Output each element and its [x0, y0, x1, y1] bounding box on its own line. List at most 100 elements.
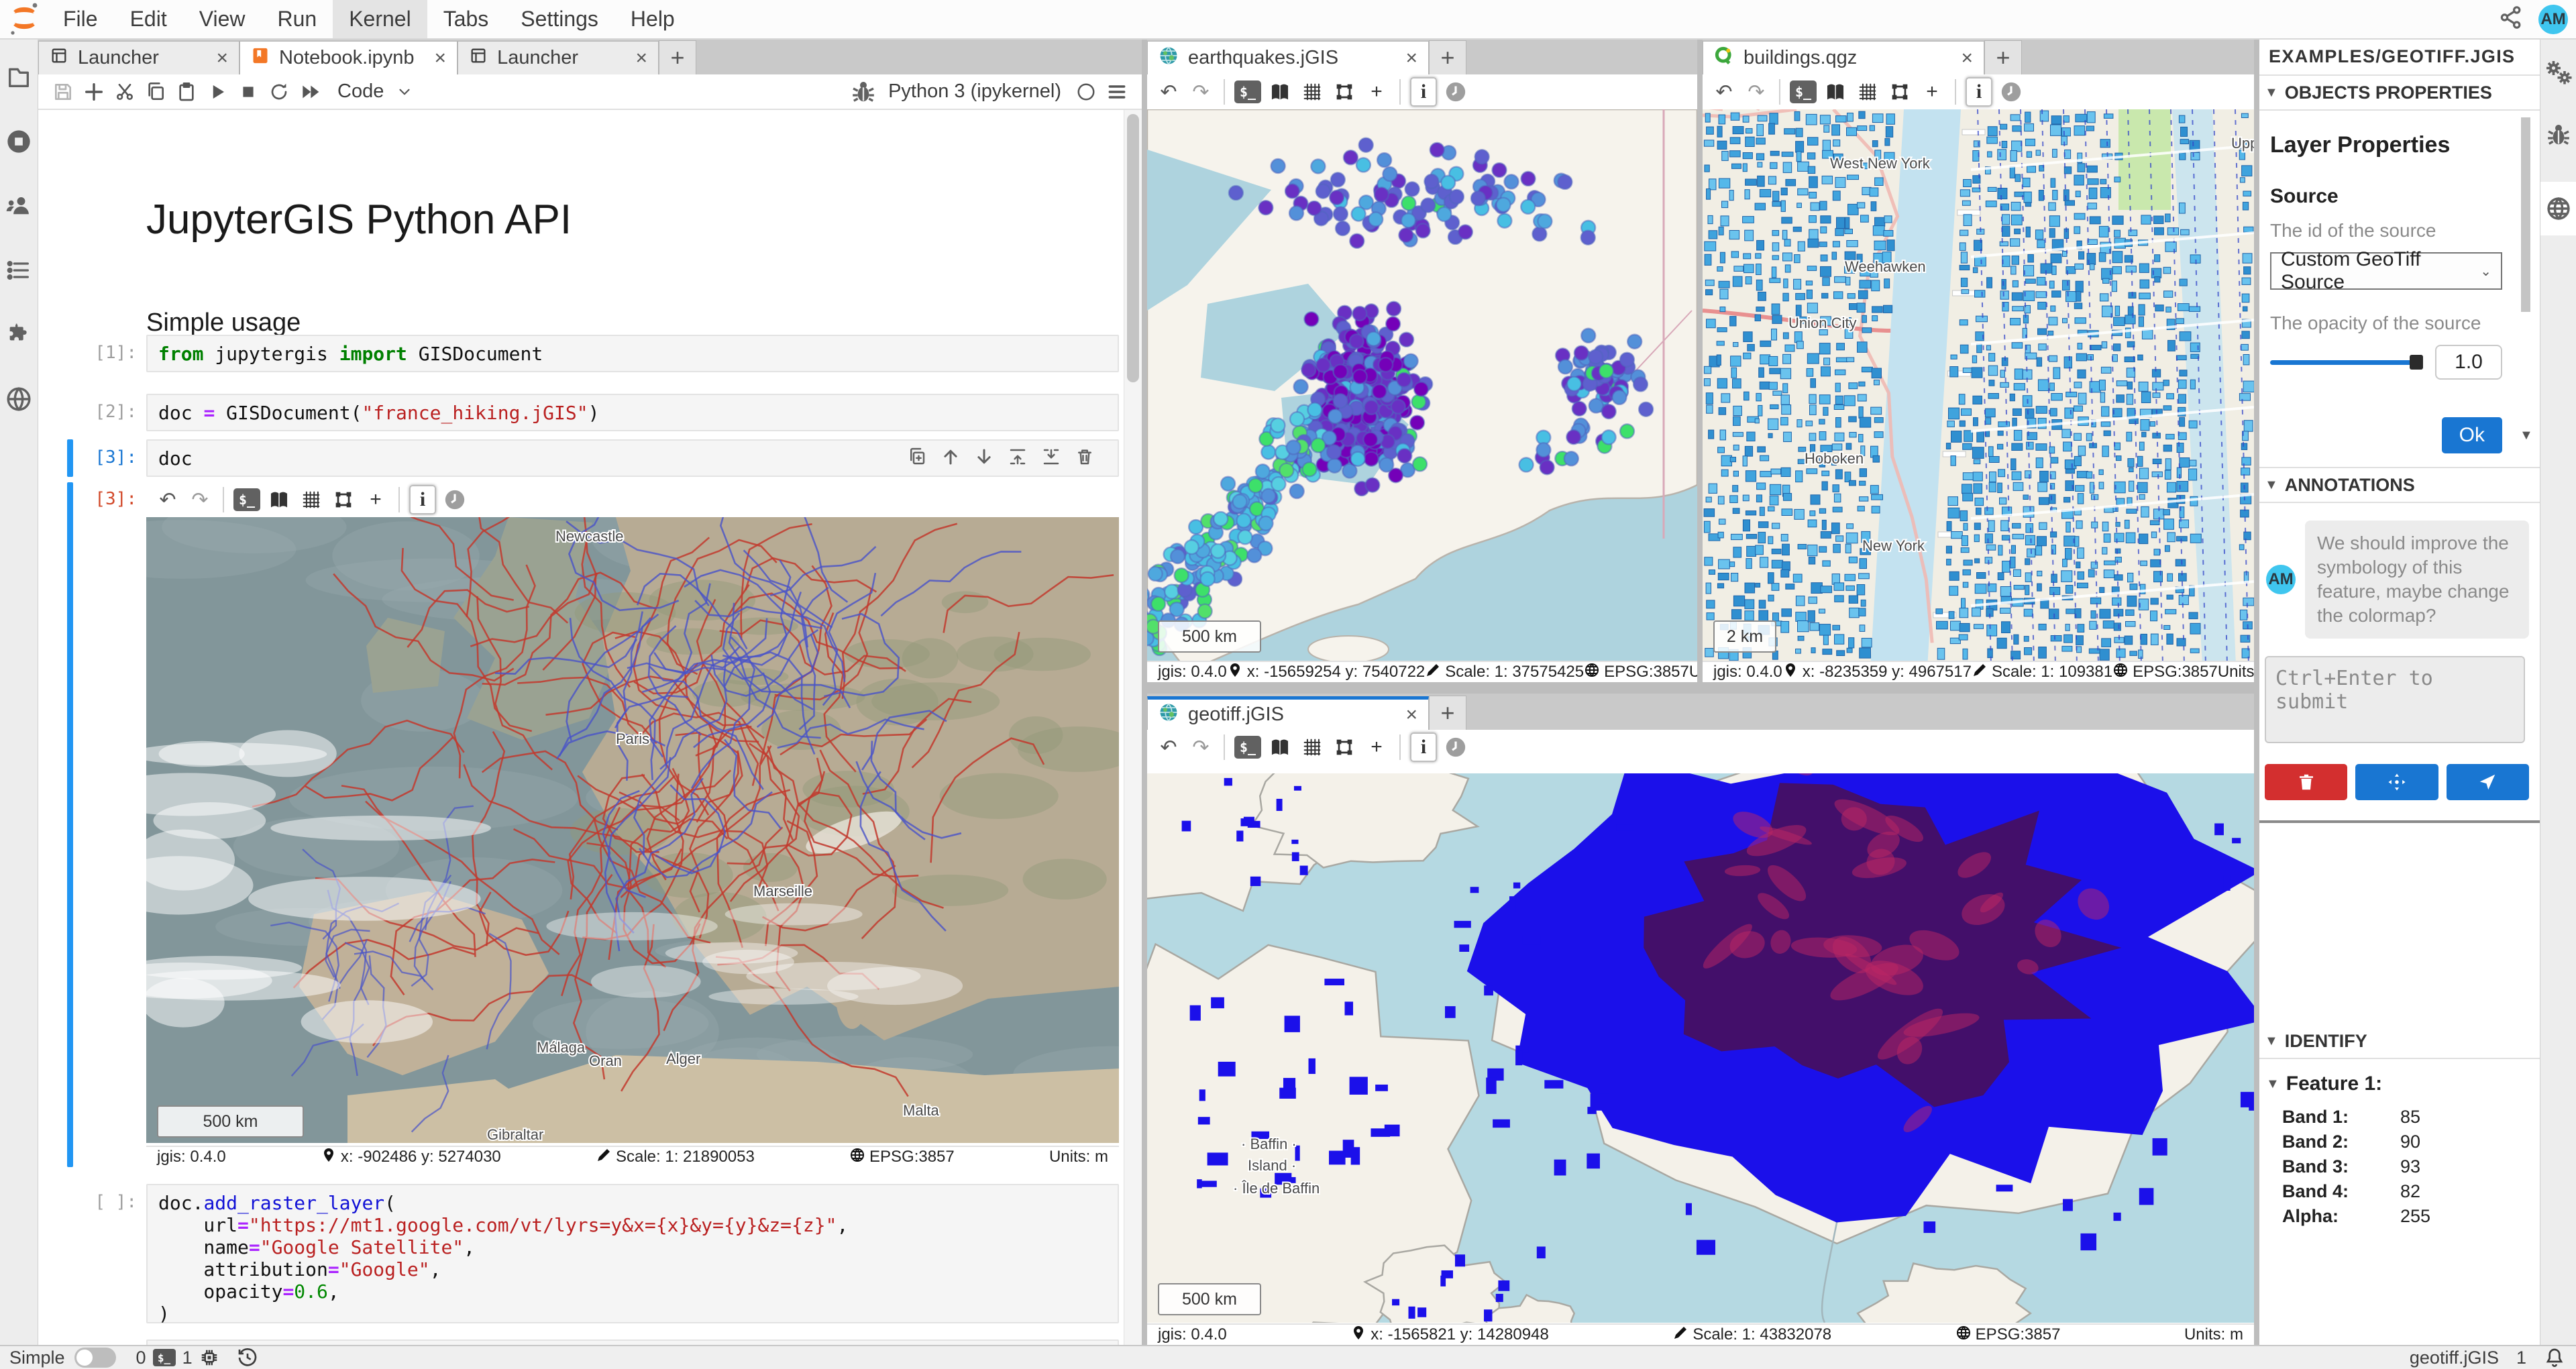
current-file-label[interactable]: geotiff.jGIS — [2410, 1348, 2499, 1368]
share-icon[interactable] — [2498, 5, 2524, 34]
polygon-icon[interactable] — [1328, 732, 1360, 762]
menu-item-view[interactable]: View — [183, 0, 262, 38]
terminals-status[interactable]: 0 $_ 1 — [136, 1348, 219, 1368]
tab-earthquakes-jgis[interactable]: earthquakes.jGIS× — [1147, 41, 1429, 74]
overflow-menu-icon[interactable] — [1102, 78, 1132, 105]
console-icon[interactable]: $_ — [1787, 77, 1819, 107]
scroll-down-icon[interactable]: ▼ — [2520, 428, 2533, 443]
menu-item-help[interactable]: Help — [614, 0, 691, 38]
opacity-slider[interactable] — [2270, 360, 2423, 365]
basemap-icon[interactable] — [1264, 732, 1296, 762]
ok-button[interactable]: Ok — [2442, 417, 2502, 453]
globe-grid-icon[interactable] — [2540, 182, 2576, 235]
grid-icon[interactable] — [1296, 732, 1328, 762]
add-layer-icon[interactable]: + — [360, 485, 392, 514]
tab-launcher[interactable]: Launcher× — [38, 41, 239, 74]
annotation-input[interactable] — [2265, 656, 2525, 743]
tab-launcher[interactable]: Launcher× — [458, 41, 659, 74]
identify-feature[interactable]: ▼ Feature 1: — [2259, 1059, 2540, 1105]
annotations-section[interactable]: ▼ ANNOTATIONS — [2259, 468, 2540, 503]
identify-tool-icon[interactable]: i — [1963, 77, 1995, 107]
clock-icon[interactable] — [439, 485, 471, 514]
trash-sm-button[interactable] — [1071, 445, 1098, 469]
run-button[interactable] — [202, 78, 233, 105]
identify-section[interactable]: ▼ IDENTIFY — [2259, 1024, 2540, 1059]
arrow-down-button[interactable] — [971, 445, 998, 469]
menu-item-file[interactable]: File — [47, 0, 114, 38]
menu-item-kernel[interactable]: Kernel — [333, 0, 427, 38]
insert-above-button[interactable] — [1004, 445, 1031, 469]
paste-button[interactable] — [171, 78, 202, 105]
new-tab-button[interactable]: + — [1429, 40, 1466, 74]
bug-icon[interactable] — [2544, 120, 2573, 150]
undo-icon[interactable]: ↶ — [1152, 77, 1185, 107]
files-icon[interactable] — [4, 62, 34, 92]
gears-icon[interactable] — [2544, 58, 2573, 88]
close-icon[interactable]: × — [415, 47, 447, 70]
kernel-name[interactable]: Python 3 (ipykernel) — [888, 80, 1061, 103]
close-icon[interactable]: × — [1385, 704, 1417, 726]
tab-notebook-ipynb[interactable]: Notebook.ipynb× — [239, 41, 458, 74]
source-select[interactable]: Custom GeoTiff Source ⌄ — [2270, 252, 2502, 290]
basemap-icon[interactable] — [263, 485, 295, 514]
add-layer-icon[interactable]: + — [1360, 732, 1393, 762]
clock-icon[interactable] — [1440, 77, 1472, 107]
extensions-icon[interactable] — [4, 320, 34, 349]
cut-button[interactable] — [109, 78, 140, 105]
redo-icon[interactable]: ↷ — [1740, 77, 1772, 107]
close-icon[interactable]: × — [1385, 47, 1417, 70]
new-tab-button[interactable]: + — [1429, 696, 1466, 730]
polygon-icon[interactable] — [327, 485, 360, 514]
console-icon[interactable]: $_ — [1232, 77, 1264, 107]
copy-button[interactable] — [140, 78, 171, 105]
simple-mode-toggle[interactable] — [74, 1348, 116, 1368]
redo-icon[interactable]: ↷ — [184, 485, 216, 514]
gis-icon[interactable] — [4, 384, 34, 414]
cell-collapser[interactable] — [67, 439, 73, 477]
code-cell[interactable]: doc.add_raster_layer( url="https://mt1.g… — [146, 1184, 1119, 1323]
cell-type-dropdown[interactable]: Code — [337, 80, 384, 103]
menu-item-edit[interactable]: Edit — [114, 0, 183, 38]
notebook-content[interactable]: JupyterGIS Python API Simple usage [1]:f… — [38, 110, 1142, 1345]
geotiff-map[interactable]: · Baffin ·Island ·· Île de Baffin500 km — [1147, 773, 2254, 1323]
add-layer-icon[interactable]: + — [1916, 77, 1948, 107]
chevron-down-icon[interactable] — [389, 78, 420, 105]
output-collapser[interactable] — [67, 482, 73, 1167]
bell-icon[interactable] — [2544, 1347, 2565, 1368]
opacity-value[interactable]: 1.0 — [2435, 345, 2502, 380]
identify-tool-icon[interactable]: i — [407, 485, 439, 514]
earthquakes-map[interactable]: 500 km — [1147, 109, 1697, 661]
close-icon[interactable]: × — [196, 47, 228, 70]
new-tab-button[interactable]: + — [659, 40, 696, 74]
redo-icon[interactable]: ↷ — [1185, 732, 1217, 762]
restart-button[interactable] — [264, 78, 294, 105]
menu-item-tabs[interactable]: Tabs — [427, 0, 505, 38]
code-cell[interactable]: doc = GISDocument("france_hiking.jGIS") — [146, 394, 1119, 431]
buildings-map[interactable]: West New YorkWeehawkenUnion CityHobokenN… — [1703, 109, 2254, 661]
save-button[interactable] — [48, 78, 78, 105]
objects-properties-section[interactable]: ▼ OBJECTS PROPERTIES — [2259, 76, 2540, 111]
history-status[interactable] — [237, 1347, 258, 1368]
basemap-icon[interactable] — [1264, 77, 1296, 107]
clock-icon[interactable] — [1440, 732, 1472, 762]
code-cell[interactable]: from jupytergis import GISDocument — [146, 335, 1119, 372]
users-icon[interactable] — [4, 191, 34, 221]
insert-below-button[interactable] — [1038, 445, 1065, 469]
tab-buildings-qgz[interactable]: buildings.qgz× — [1703, 41, 1984, 74]
undo-icon[interactable]: ↶ — [1708, 77, 1740, 107]
polygon-icon[interactable] — [1328, 77, 1360, 107]
polygon-icon[interactable] — [1884, 77, 1916, 107]
redo-icon[interactable]: ↷ — [1185, 77, 1217, 107]
new-tab-button[interactable]: + — [1984, 40, 2022, 74]
console-icon[interactable]: $_ — [1232, 732, 1264, 762]
toc-icon[interactable] — [4, 256, 34, 285]
center-annotation-button[interactable] — [2355, 764, 2438, 800]
sidebar-scrollbar[interactable]: ▼ — [2521, 117, 2530, 433]
tab-geotiff-jgis[interactable]: geotiff.jGIS× — [1147, 696, 1429, 730]
console-icon[interactable]: $_ — [231, 485, 263, 514]
close-icon[interactable]: × — [616, 47, 648, 70]
code-cell[interactable]: doc.add_geojson_layer(path="france_regio… — [146, 1339, 1119, 1345]
menu-item-settings[interactable]: Settings — [504, 0, 614, 38]
identify-tool-icon[interactable]: i — [1407, 732, 1440, 762]
grid-icon[interactable] — [1296, 77, 1328, 107]
